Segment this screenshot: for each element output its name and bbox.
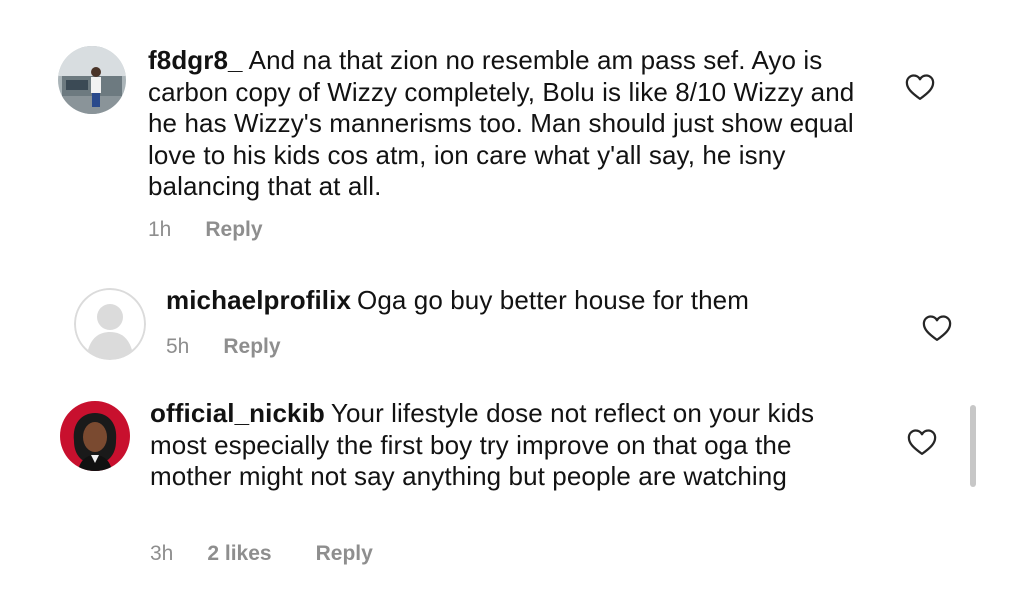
comment-username[interactable]: michaelprofilix (166, 285, 351, 315)
scrollbar-thumb[interactable] (970, 405, 976, 487)
comment-meta: 5h Reply (166, 335, 281, 359)
comment-meta: 1h Reply (148, 218, 263, 242)
comment-username[interactable]: f8dgr8_ (148, 45, 243, 75)
likes-count[interactable]: 2 likes (207, 542, 271, 566)
comment-meta: 3h 2 likes Reply (150, 542, 373, 566)
comment-text: Oga go buy better house for them (357, 285, 749, 315)
avatar[interactable] (74, 288, 146, 360)
comment-text: And na that zion no resemble am pass sef… (148, 45, 855, 201)
avatar[interactable] (60, 401, 130, 471)
reply-button[interactable]: Reply (223, 335, 280, 359)
heart-outline-icon[interactable] (922, 314, 952, 342)
heart-outline-icon[interactable] (905, 73, 935, 101)
heart-outline-icon[interactable] (907, 428, 937, 456)
reply-button[interactable]: Reply (205, 218, 262, 242)
comment-time[interactable]: 3h (150, 542, 173, 566)
comment-time[interactable]: 5h (166, 335, 189, 359)
reply-button[interactable]: Reply (316, 542, 373, 566)
avatar[interactable] (58, 46, 126, 114)
avatar-photo (60, 401, 130, 471)
comment-body: f8dgr8_ And na that zion no resemble am p… (148, 45, 868, 203)
comment-username[interactable]: official_nickib (150, 398, 325, 428)
comment-body: michaelprofilix Oga go buy better house f… (166, 285, 906, 317)
default-avatar-icon (74, 288, 146, 360)
avatar-photo (58, 46, 126, 114)
comment-time[interactable]: 1h (148, 218, 171, 242)
comment-body: official_nickib Your lifestyle dose not r… (150, 398, 850, 493)
